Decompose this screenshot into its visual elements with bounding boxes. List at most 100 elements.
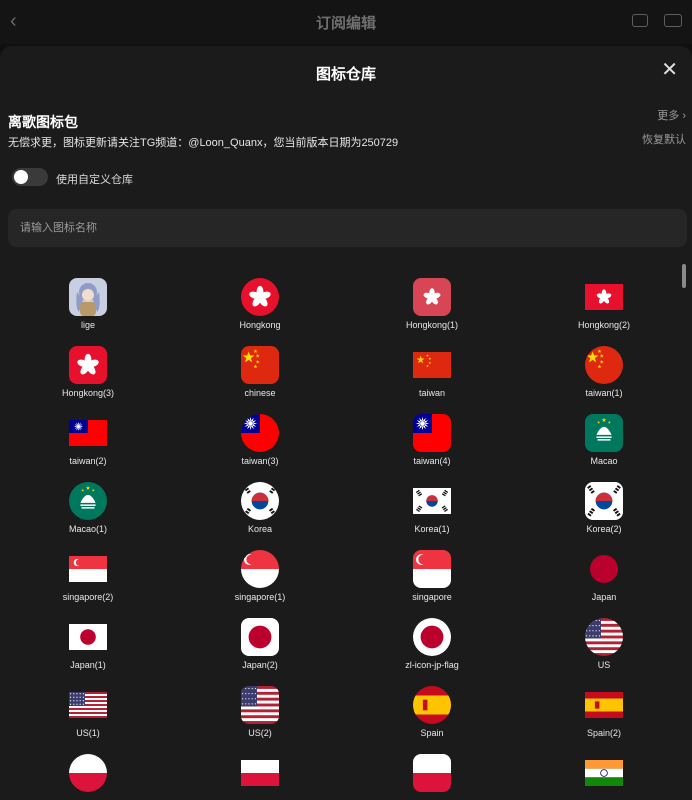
pl-flag-icon <box>241 754 279 792</box>
icon-grid-item[interactable]: singapore(1) <box>174 550 346 618</box>
icon-grid-item[interactable]: Macao(1) <box>2 482 174 550</box>
icon-grid-item[interactable]: US(2) <box>174 686 346 754</box>
tw-flag-icon <box>241 414 279 452</box>
icon-label: US(2) <box>248 728 272 738</box>
icon-pack-description: 无偿求更，图标更新请关注TG频道：@Loon_Quanx，您当前版本日期为250… <box>8 137 399 149</box>
icon-grid-item[interactable]: Korea <box>174 482 346 550</box>
mo-flag-icon <box>585 414 623 452</box>
icon-grid-item[interactable]: zl-icon-jp-flag <box>346 618 518 686</box>
icon-grid-item[interactable]: Korea(1) <box>346 482 518 550</box>
hk-flag-icon <box>69 346 107 384</box>
icon-grid-item[interactable]: Korea(2) <box>518 482 690 550</box>
top-nav-bar: ‹ 订阅编辑 <box>0 0 692 44</box>
icon-grid-item[interactable] <box>346 754 518 800</box>
es-flag-icon <box>413 686 451 724</box>
us-flag-icon <box>585 618 623 656</box>
icon-label: Japan(1) <box>70 660 106 670</box>
kr-flag-icon <box>241 482 279 520</box>
icon-label: taiwan(2) <box>69 456 107 466</box>
icon-label: lige <box>80 320 95 330</box>
icon-grid-item[interactable]: taiwan(2) <box>2 414 174 482</box>
mo-flag-icon <box>69 482 107 520</box>
custom-repo-toggle[interactable] <box>12 168 48 186</box>
icon-grid-item[interactable]: lige <box>2 278 174 346</box>
icon-grid-item[interactable]: Hongkong <box>174 278 346 346</box>
icon-grid-item[interactable]: US(1) <box>2 686 174 754</box>
icon-grid-item[interactable]: Japan(1) <box>2 618 174 686</box>
icon-search-input[interactable] <box>8 209 687 247</box>
icon-label: US <box>597 660 611 670</box>
icon-grid-item[interactable]: Hongkong(2) <box>518 278 690 346</box>
icon-label: US(1) <box>76 728 100 738</box>
hk-flag-icon <box>241 278 279 316</box>
icon-label: Macao(1) <box>68 524 107 534</box>
icon-label: Japan(2) <box>242 660 278 670</box>
kr-flag-icon <box>585 482 623 520</box>
icon-label: taiwan(1) <box>585 388 623 398</box>
icon-pack-title: 离歌图标包 <box>8 114 78 130</box>
pl-flag-icon <box>69 754 107 792</box>
custom-repo-toggle-label: 使用自定义仓库 <box>56 174 133 186</box>
icon-grid-item[interactable] <box>518 754 690 800</box>
reset-default-button[interactable]: 恢复默认 <box>642 131 686 147</box>
us-flag-icon <box>241 686 279 724</box>
icon-label: Hongkong <box>239 320 281 330</box>
icon-label: Spain <box>420 728 444 738</box>
jp-flag-icon <box>241 618 279 656</box>
icon-grid-item[interactable]: Japan(2) <box>174 618 346 686</box>
icon-label: chinese <box>244 388 276 398</box>
sg-flag-icon <box>413 550 451 588</box>
icon-grid-item[interactable]: chinese <box>174 346 346 414</box>
tw-flag-icon <box>413 414 451 452</box>
tw-flag-icon <box>69 414 107 452</box>
icon-grid-item[interactable]: singapore(2) <box>2 550 174 618</box>
icon-label: Hongkong(2) <box>577 320 631 330</box>
cn-flag-icon <box>585 346 623 384</box>
icon-label: Spain(2) <box>586 728 622 738</box>
icon-repository-sheet: 图标仓库 ✕ 离歌图标包 无偿求更，图标更新请关注TG频道：@Loon_Quan… <box>0 46 692 800</box>
icon-label: Korea(2) <box>586 524 622 534</box>
jp-flag-icon <box>413 618 451 656</box>
icon-label: singapore <box>412 592 452 602</box>
chevron-right-icon: › <box>679 110 686 122</box>
icon-label: singapore(1) <box>234 592 286 602</box>
icon-label: Korea <box>247 524 273 534</box>
us-flag-icon <box>69 686 107 724</box>
icon-grid-item[interactable]: Japan <box>518 550 690 618</box>
icon-grid-item[interactable]: US <box>518 618 690 686</box>
pl-flag-icon <box>413 754 451 792</box>
in-flag-icon <box>585 754 623 792</box>
icon-label: Japan <box>591 592 617 602</box>
page-title: 订阅编辑 <box>315 15 376 32</box>
icon-grid-item[interactable]: Macao <box>518 414 690 482</box>
close-icon[interactable]: ✕ <box>661 60 678 80</box>
icon-label: singapore(2) <box>62 592 114 602</box>
toggle-icon[interactable] <box>632 14 648 27</box>
more-link[interactable]: 更多 › <box>657 107 686 123</box>
jp-dot-flag-icon <box>585 550 623 588</box>
icon-grid-item[interactable]: taiwan <box>346 346 518 414</box>
icon-grid-item[interactable]: Hongkong(3) <box>2 346 174 414</box>
icon-grid-item[interactable] <box>2 754 174 800</box>
icon-grid-item[interactable] <box>174 754 346 800</box>
icon-label: zl-icon-jp-flag <box>405 660 459 670</box>
icon-grid: lige Hongkong Hongkong(1) Hongkong(2) Hongko… <box>2 278 682 800</box>
icon-grid-item[interactable]: taiwan(1) <box>518 346 690 414</box>
icon-grid-item[interactable]: singapore <box>346 550 518 618</box>
sheet-title: 图标仓库 <box>315 66 376 83</box>
icon-label: Hongkong(1) <box>405 320 459 330</box>
es-flag-icon <box>585 686 623 724</box>
icon-label: taiwan <box>418 388 445 398</box>
text-mode-icon[interactable] <box>664 14 682 27</box>
icon-label: Macao <box>590 456 618 466</box>
jp-flag-icon <box>69 618 107 656</box>
kr-flag-icon <box>413 482 451 520</box>
icon-grid-item[interactable]: Spain <box>346 686 518 754</box>
icon-label: taiwan(3) <box>241 456 279 466</box>
toggle-knob <box>14 170 28 184</box>
icon-grid-item[interactable]: taiwan(4) <box>346 414 518 482</box>
icon-grid-item[interactable]: taiwan(3) <box>174 414 346 482</box>
icon-grid-item[interactable]: Spain(2) <box>518 686 690 754</box>
icon-grid-item[interactable]: Hongkong(1) <box>346 278 518 346</box>
icon-label: taiwan(4) <box>413 456 451 466</box>
